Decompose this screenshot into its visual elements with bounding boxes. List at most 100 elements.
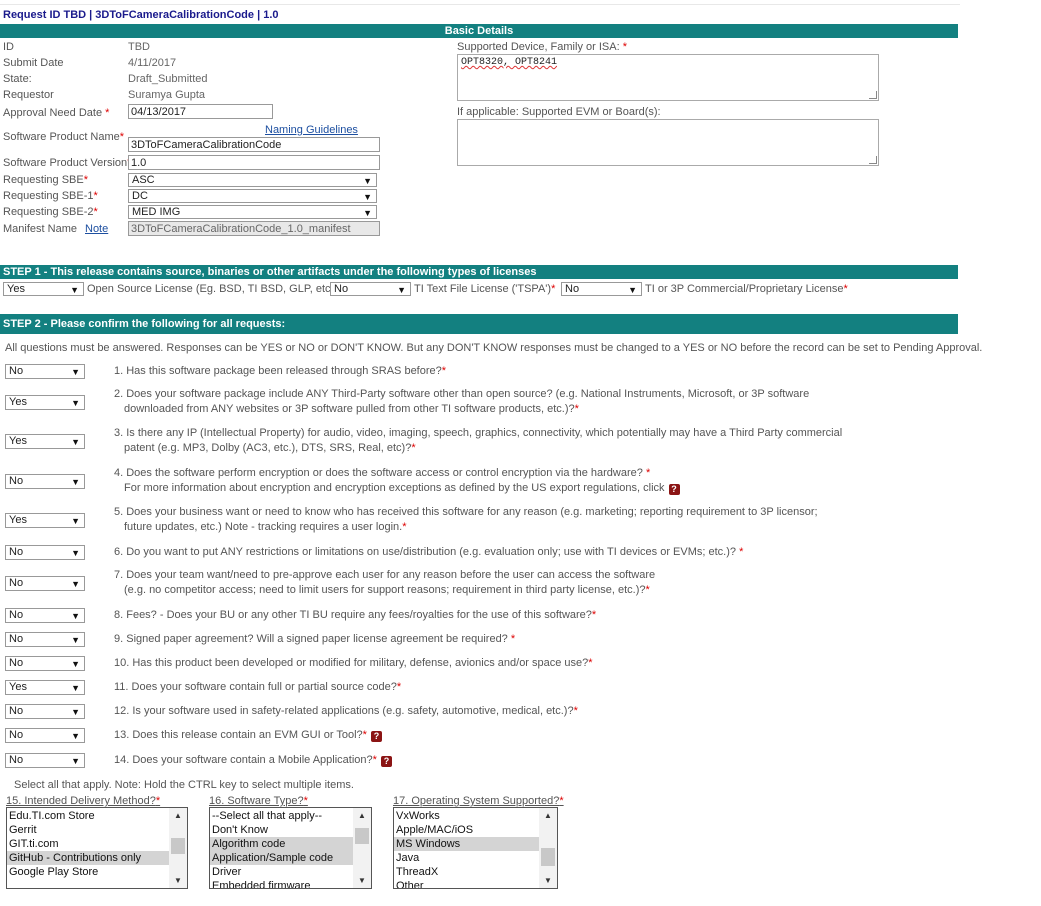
- help-icon[interactable]: ?: [370, 731, 382, 742]
- sbe2-label: Requesting SBE-2*: [3, 206, 98, 218]
- listbox-option[interactable]: Edu.TI.com Store: [7, 809, 169, 823]
- required-mark: *: [510, 633, 516, 645]
- question-answer-select[interactable]: No ▼: [5, 545, 85, 560]
- question-answer-select[interactable]: No ▼: [5, 474, 85, 489]
- approval-date-input[interactable]: 04/13/2017: [128, 104, 273, 119]
- naming-guidelines-link[interactable]: Naming Guidelines: [265, 124, 358, 136]
- listbox-option[interactable]: Gerrit: [7, 823, 169, 837]
- required-mark: *: [93, 206, 98, 218]
- question-answer-select[interactable]: No ▼: [5, 364, 85, 379]
- question-answer-value: Yes: [9, 435, 27, 447]
- question-answer-select[interactable]: No ▼: [5, 656, 85, 671]
- tspa-label: TI Text File License ('TSPA')*: [414, 283, 555, 295]
- listbox-option[interactable]: GitHub - Contributions only: [7, 851, 169, 865]
- dropdown-arrow-icon: ▼: [71, 756, 80, 766]
- sbe-select[interactable]: ASC ▼: [128, 173, 377, 187]
- scroll-thumb[interactable]: [541, 848, 555, 866]
- question-answer-value: No: [9, 577, 24, 589]
- dropdown-arrow-icon: ▼: [71, 477, 80, 487]
- listbox-option[interactable]: Java: [394, 851, 539, 865]
- sbe2-select[interactable]: MED IMG ▼: [128, 205, 377, 219]
- step1-title: STEP 1 - This release contains source, b…: [3, 266, 537, 278]
- question-text: 4. Does the software perform encryption …: [114, 466, 834, 496]
- listbox-option[interactable]: Application/Sample code: [210, 851, 353, 865]
- listbox-option[interactable]: VxWorks: [394, 809, 539, 823]
- resize-grip-icon[interactable]: [869, 156, 877, 164]
- question-answer-value: No: [9, 754, 24, 766]
- question-answer-select[interactable]: Yes ▼: [5, 395, 85, 410]
- device-textarea[interactable]: OPT8320, OPT8241: [457, 54, 879, 101]
- question-line2: downloaded from ANY websites or 3P softw…: [124, 403, 575, 415]
- sbe-label: Requesting SBE*: [3, 174, 88, 186]
- sbe1-select[interactable]: DC ▼: [128, 189, 377, 203]
- listbox-scrollbar[interactable]: ▲ ▼: [539, 808, 557, 888]
- os-label-text: 17. Operating System Supported?: [393, 795, 560, 807]
- listbox-option[interactable]: MS Windows: [394, 837, 539, 851]
- question-answer-select[interactable]: No ▼: [5, 728, 85, 743]
- step2-title: STEP 2 - Please confirm the following fo…: [3, 318, 286, 330]
- listbox-option[interactable]: Google Play Store: [7, 865, 169, 879]
- required-mark: *: [93, 190, 98, 202]
- open-source-select-value: Yes: [7, 283, 25, 295]
- listbox-scrollbar[interactable]: ▲ ▼: [353, 808, 371, 888]
- scroll-thumb[interactable]: [355, 828, 369, 844]
- listbox-option[interactable]: Embedded firmware: [210, 879, 353, 888]
- listbox-option[interactable]: Apple/MAC/iOS: [394, 823, 539, 837]
- scroll-down-icon[interactable]: ▼: [358, 876, 366, 885]
- required-mark: *: [83, 174, 88, 186]
- required-mark: *: [739, 546, 744, 558]
- open-source-select[interactable]: Yes ▼: [3, 282, 84, 296]
- question-answer-value: No: [9, 365, 24, 377]
- listbox-option[interactable]: Don't Know: [210, 823, 353, 837]
- question-text: 13. Does this release contain an EVM GUI…: [114, 728, 834, 743]
- question-answer-select[interactable]: No ▼: [5, 608, 85, 623]
- question-answer-select[interactable]: Yes ▼: [5, 680, 85, 695]
- scroll-up-icon[interactable]: ▲: [174, 811, 182, 820]
- question-line1: 2. Does your software package include AN…: [114, 388, 810, 400]
- scroll-down-icon[interactable]: ▼: [174, 876, 182, 885]
- help-icon[interactable]: ?: [668, 484, 680, 495]
- listbox-option[interactable]: GIT.ti.com: [7, 837, 169, 851]
- question-text: 7. Does your team want/need to pre-appro…: [114, 568, 834, 598]
- question-line1: 6. Do you want to put ANY restrictions o…: [114, 546, 740, 558]
- scroll-down-icon[interactable]: ▼: [544, 876, 552, 885]
- page-title: Request ID TBD | 3DToFCameraCalibrationC…: [3, 9, 279, 21]
- manifest-note-link[interactable]: Note: [85, 223, 108, 235]
- question-answer-select[interactable]: No ▼: [5, 576, 85, 591]
- commercial-select[interactable]: No ▼: [561, 282, 642, 296]
- question-answer-select[interactable]: No ▼: [5, 704, 85, 719]
- dropdown-arrow-icon: ▼: [71, 707, 80, 717]
- product-name-input[interactable]: 3DToFCameraCalibrationCode: [128, 137, 380, 152]
- delivery-listbox[interactable]: Edu.TI.com Store Gerrit GIT.ti.com GitHub -…: [6, 807, 188, 889]
- scroll-thumb[interactable]: [171, 838, 185, 854]
- question-line2: future updates, etc.) Note - tracking re…: [124, 521, 403, 533]
- required-mark: *: [559, 795, 564, 807]
- listbox-option[interactable]: ThreadX: [394, 865, 539, 879]
- scroll-up-icon[interactable]: ▲: [358, 811, 366, 820]
- required-mark: *: [362, 729, 367, 741]
- required-mark: *: [303, 795, 308, 807]
- listbox-option[interactable]: Driver: [210, 865, 353, 879]
- question-answer-select[interactable]: No ▼: [5, 753, 85, 768]
- evm-textarea[interactable]: [457, 119, 879, 166]
- scroll-up-icon[interactable]: ▲: [544, 811, 552, 820]
- product-version-input[interactable]: 1.0: [128, 155, 380, 170]
- listbox-scrollbar[interactable]: ▲ ▼: [169, 808, 187, 888]
- help-icon[interactable]: ?: [380, 756, 392, 767]
- listbox-option[interactable]: Algorithm code: [210, 837, 353, 851]
- tspa-label-text: TI Text File License ('TSPA'): [414, 283, 552, 295]
- dropdown-arrow-icon: ▼: [363, 208, 372, 218]
- os-listbox[interactable]: VxWorks Apple/MAC/iOS MS Windows Java Thread…: [393, 807, 558, 889]
- tspa-select[interactable]: No ▼: [330, 282, 411, 296]
- resize-grip-icon[interactable]: [869, 91, 877, 99]
- software-type-listbox[interactable]: --Select all that apply-- Don't Know Algor…: [209, 807, 372, 889]
- product-version-label-text: Software Product Version: [3, 157, 128, 169]
- question-answer-select[interactable]: Yes ▼: [5, 434, 85, 449]
- listbox-option[interactable]: --Select all that apply--: [210, 809, 353, 823]
- question-text: 12. Is your software used in safety-rela…: [114, 704, 834, 719]
- listbox-option[interactable]: Other: [394, 879, 539, 888]
- question-answer-select[interactable]: Yes ▼: [5, 513, 85, 528]
- question-answer-select[interactable]: No ▼: [5, 632, 85, 647]
- commercial-select-value: No: [565, 283, 580, 295]
- select-note: Select all that apply. Note: Hold the CT…: [14, 779, 354, 791]
